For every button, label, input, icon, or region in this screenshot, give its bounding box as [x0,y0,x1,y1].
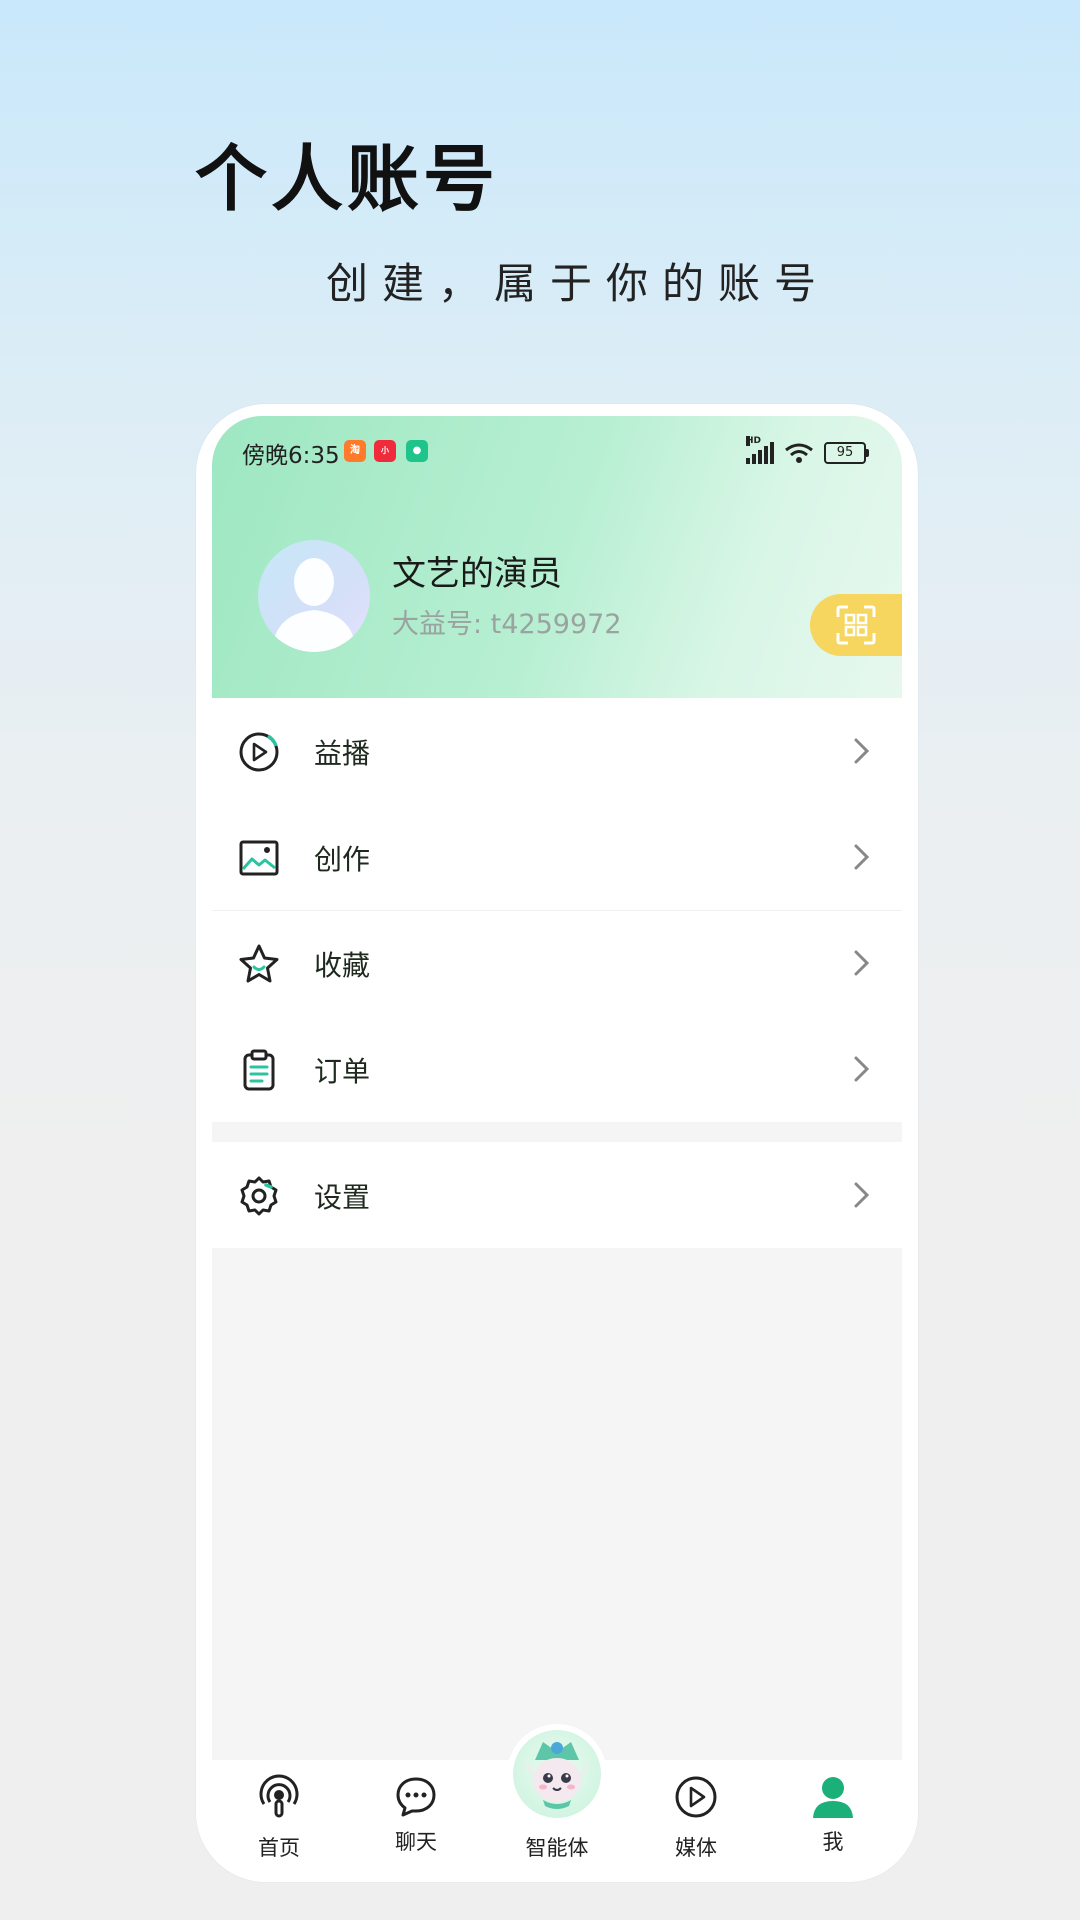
chevron-right-icon [854,950,870,976]
gear-icon [240,1176,278,1216]
avatar-silhouette-icon [272,558,356,652]
nav-me[interactable]: 我 [778,1760,888,1882]
nav-label: 智能体 [525,1836,589,1860]
status-bar: 傍晚6:35 淘 小 ● HD 95 [212,434,902,474]
menu-label: 收藏 [314,949,371,982]
menu-item-orders[interactable]: 订单 [212,1016,902,1122]
user-id: 大益号: t4259972 [392,609,622,640]
promo-title: 个人账号 [195,137,500,221]
wifi-icon [785,443,813,463]
nav-chat[interactable]: 聊天 [361,1760,471,1882]
menu-item-yibo[interactable]: 益播 [212,698,902,804]
promo-subtitle: 创建，属于你的账号 [326,259,831,308]
phone-frame: 傍晚6:35 淘 小 ● HD 95 文艺的演员 大益号: t4259972 益… [196,404,918,1882]
play-icon [675,1776,717,1818]
menu-item-settings[interactable]: 设置 [212,1142,902,1248]
image-icon [239,840,279,876]
username[interactable]: 文艺的演员 [392,546,562,595]
menu-label: 订单 [314,1055,371,1088]
menu-item-creation[interactable]: 创作 [212,804,902,910]
nav-label: 我 [822,1830,844,1854]
avatar[interactable] [258,540,370,652]
taobao-notification-icon: 淘 [344,440,366,462]
nav-label: 聊天 [395,1830,437,1854]
menu-item-favorites[interactable]: 收藏 [212,910,902,1016]
qr-code-button[interactable] [810,594,902,656]
chat-bubble-icon [396,1777,436,1817]
signal-icon: HD [746,436,774,464]
clipboard-icon [243,1049,275,1091]
chevron-right-icon [854,738,870,764]
star-icon [239,944,279,983]
nav-agent[interactable]: 智能体 [502,1760,612,1882]
menu-label: 设置 [314,1181,371,1214]
play-circle-icon [239,732,279,772]
profile-header: 傍晚6:35 淘 小 ● HD 95 文艺的演员 大益号: t4259972 [212,416,902,698]
status-right: HD 95 [746,436,869,466]
person-icon [813,1777,853,1818]
menu-label: 益播 [314,737,371,770]
nav-media[interactable]: 媒体 [641,1760,751,1882]
battery-level: 95 [836,445,854,460]
chevron-right-icon [854,1182,870,1208]
bottom-nav: 首页 聊天 智能体 媒体 我 [196,1730,918,1882]
app-notification-icon: ● [406,440,428,462]
nav-label: 首页 [258,1836,300,1860]
phone-screen: 傍晚6:35 淘 小 ● HD 95 文艺的演员 大益号: t4259972 益… [212,416,902,1856]
network-label: HD [746,436,762,446]
nav-home[interactable]: 首页 [224,1760,334,1882]
menu-card: 益播 创作 收藏 订单 [212,698,902,1122]
battery-icon: 95 [824,442,869,464]
xiaohongshu-notification-icon: 小 [374,440,396,462]
chevron-right-icon [854,844,870,870]
menu-label: 创作 [314,843,371,876]
nav-label: 媒体 [675,1836,717,1860]
chevron-right-icon [854,1056,870,1082]
status-time: 傍晚6:35 [242,443,340,469]
qr-scan-icon [836,605,876,645]
podcast-icon [259,1774,299,1818]
